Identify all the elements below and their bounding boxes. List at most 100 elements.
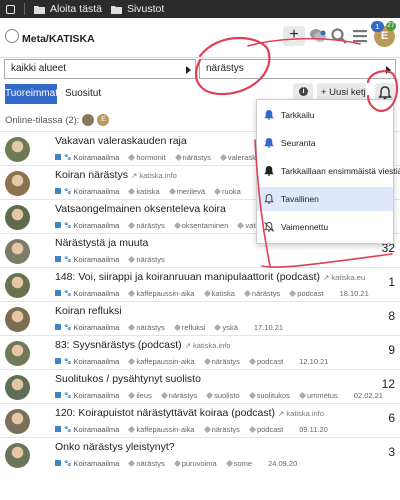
grid-icon[interactable] [6,4,15,14]
tab-latest[interactable]: Tuoreimmat [5,84,58,104]
category-link[interactable]: 🐾 Koiramaailma [55,357,119,366]
notification-option[interactable]: Vaimennettu [257,215,393,239]
category-link[interactable]: 🐾 Koiramaailma [55,221,119,230]
tag-link[interactable]: hormonit [128,153,166,162]
category-link[interactable]: 🐾 Koiramaailma [55,255,119,264]
external-link[interactable]: ↗ katiska.info [131,171,177,180]
category-link[interactable]: 🐾 Koiramaailma [55,425,119,434]
category-link[interactable]: 🐾 Koiramaailma [55,153,119,162]
tab-top[interactable]: Suositut [65,84,101,104]
topic-row[interactable]: 148: Voi, siirappi ja koiranruuan manipu… [0,267,400,301]
topic-title[interactable]: Närästystä ja muuta [55,237,148,249]
tag-link[interactable]: ruoka [213,187,241,196]
avatar[interactable] [5,137,30,162]
tag-name: kaffepaussin-aika [136,356,195,366]
tag-link[interactable]: kaffepaussin-aika [128,425,195,434]
tag-link[interactable]: närästys [128,221,165,230]
chat-icon[interactable] [309,27,327,45]
topic-title[interactable]: Onko närästys yleistynyt? [55,441,175,453]
topic-title[interactable]: 120: Koirapuistot närästyttävät koiraa (… [55,407,324,419]
avatar[interactable] [5,239,30,264]
topic-title[interactable]: Koiran refluksi [55,305,122,317]
notification-option[interactable]: Seuranta [257,131,393,155]
hamburger-menu-icon[interactable] [351,27,369,45]
tag-link[interactable]: närästys [203,357,240,366]
reply-count[interactable]: 12 [382,377,395,391]
category-link[interactable]: 🐾 Koiramaailma [55,391,119,400]
category-dropdown[interactable]: kaikki alueet [4,59,196,79]
external-link[interactable]: ↗ katiska.info [278,409,324,418]
avatar[interactable] [5,341,30,366]
tag-link[interactable]: puruvoima [173,459,217,468]
reply-count[interactable]: 1 [388,275,395,289]
reply-count[interactable]: 9 [388,343,395,357]
site-logo[interactable]: Meta/KATISKA [5,27,95,45]
topic-row[interactable]: Onko närästys yleistynyt? 🐾 Koiramaailma nä… [0,437,400,471]
avatar[interactable] [5,409,30,434]
tag-link[interactable]: podcast [248,357,283,366]
notification-option[interactable]: Tarkkailu [257,103,393,127]
tag-link[interactable]: yskä [214,323,238,332]
topic-title[interactable]: Vakavan valeraskauden raja [55,135,187,147]
tag-link[interactable]: närästys [128,459,165,468]
topic-row[interactable]: Suolitukos / pysähtynyt suolisto 🐾 Koirama… [0,369,400,403]
tag-link[interactable]: podcast [289,289,324,298]
tag-icon [128,187,136,195]
tag-dropdown[interactable]: närästys [199,59,396,79]
tag-icon [128,221,136,229]
tag-link[interactable]: suolitukos [248,390,290,400]
tag-link[interactable]: närästys [203,425,240,434]
tag-name: ileus [136,390,152,400]
online-avatar-e[interactable]: E [97,114,110,126]
avatar[interactable] [5,171,30,196]
notification-option[interactable]: Tarkkaillaan ensimmäistä viestiä [257,159,400,183]
avatar[interactable] [5,375,30,400]
tag-link[interactable]: refluksi [173,323,205,332]
category-link[interactable]: 🐾 Koiramaailma [55,459,119,468]
paw-icon: 🐾 [64,222,72,229]
avatar[interactable] [5,443,30,468]
tag-link[interactable]: kaffepaussin-aika [128,356,195,366]
topic-title[interactable]: Suolitukos / pysähtynyt suolisto [55,373,201,385]
search-icon[interactable] [330,27,348,45]
tag-link[interactable]: podcast [248,425,283,434]
tag-link[interactable]: some [225,459,252,468]
tag-link[interactable]: närästys [128,255,165,264]
avatar[interactable] [5,205,30,230]
topic-row[interactable]: 120: Koirapuistot närästyttävät koiraa (… [0,403,400,437]
create-button[interactable]: + [283,26,305,46]
topic-row[interactable]: Koiran refluksi 🐾 Koiramaailma närästys refl… [0,301,400,335]
external-link[interactable]: ↗ katiska.eu [323,273,365,282]
category-link[interactable]: 🐾 Koiramaailma [55,323,119,332]
tag-link[interactable]: kaffepaussin-aika [128,289,195,298]
tag-link[interactable]: katiska [128,187,160,196]
reply-count[interactable]: 3 [388,445,395,459]
topic-title[interactable]: Vatsaongelmainen oksenteleva koira [55,203,226,215]
external-link[interactable]: ↗ katiska.info [185,341,231,350]
tag-link[interactable]: suolisto [206,391,240,400]
reply-count[interactable]: 6 [388,411,395,425]
category-link[interactable]: 🐾 Koiramaailma [55,289,119,298]
topic-title[interactable]: 83: Syysnärästys (podcast) ↗ katiska.info [55,339,231,351]
online-avatar[interactable] [82,114,95,126]
avatar[interactable] [5,273,30,298]
reply-count[interactable]: 8 [388,309,395,323]
tag-link[interactable]: ummetus [298,391,338,400]
tag-link[interactable]: ileus [128,390,152,400]
avatar[interactable] [5,307,30,332]
topic-title[interactable]: 148: Voi, siirappi ja koiranruuan manipu… [55,271,365,283]
notification-option[interactable]: Tavallinen [257,187,393,211]
topic-title[interactable]: Koiran närästys ↗ katiska.info [55,169,177,181]
tag-link[interactable]: närästys [243,289,280,298]
tag-link[interactable]: oksentaminen [173,221,228,230]
bookmark-sivustot[interactable]: Sivustot [127,3,164,15]
topic-row[interactable]: 83: Syysnärästys (podcast) ↗ katiska.info… [0,335,400,369]
bookmark-aloita[interactable]: Aloita tästä [50,3,102,15]
tag-link[interactable]: närästys [160,391,197,400]
tag-link[interactable]: närästys [174,153,211,162]
tag-link[interactable]: närästys [128,323,165,332]
category-link[interactable]: 🐾 Koiramaailma [55,187,119,196]
tag-link[interactable]: merilevä [168,187,205,196]
tag-link[interactable]: katiska [203,289,235,298]
tag-name: suolitukos [256,390,290,400]
